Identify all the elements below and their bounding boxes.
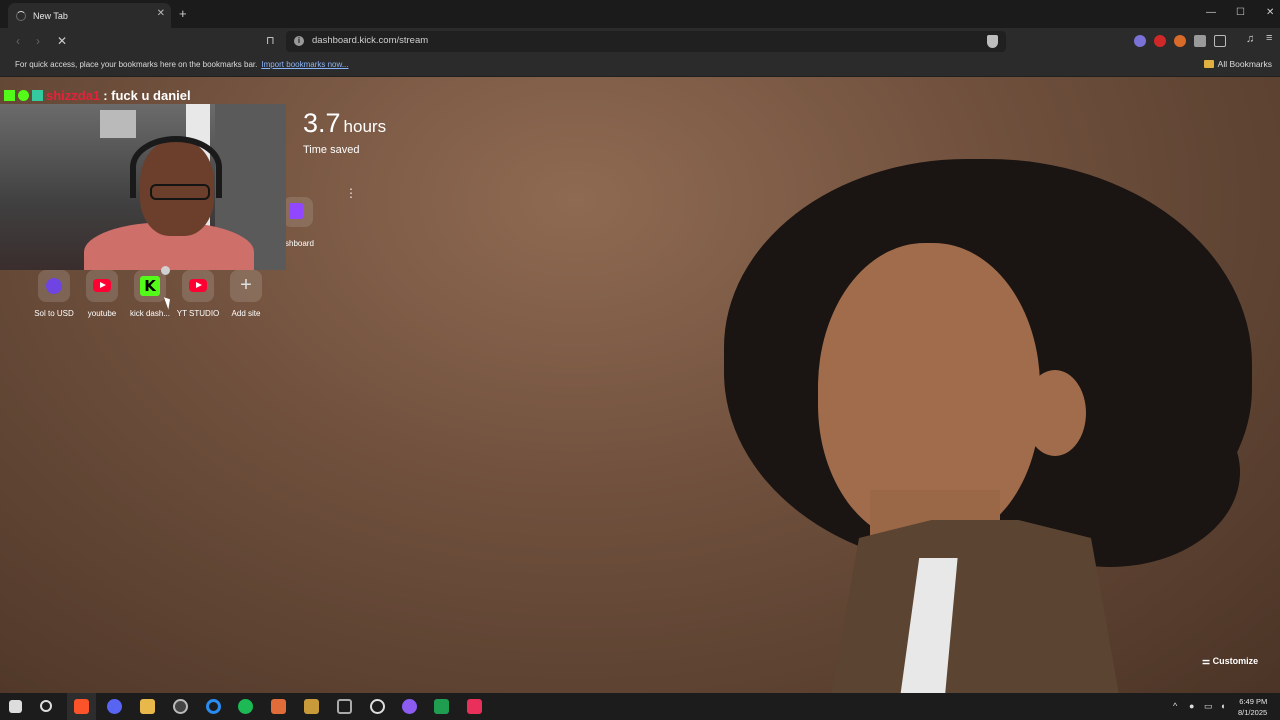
shortcut-youtube[interactable]: youtube	[78, 270, 126, 318]
app-icon[interactable]	[304, 699, 319, 714]
brave-shield-icon[interactable]	[987, 35, 998, 48]
chat-overlay: shizzda1 : fuck u daniel	[4, 88, 191, 103]
file-explorer-icon[interactable]	[140, 699, 155, 714]
folder-icon	[1203, 60, 1214, 68]
extensions-puzzle-icon[interactable]	[1194, 35, 1206, 47]
address-bar[interactable]: i dashboard.kick.com/stream	[286, 31, 1006, 52]
tab-new-tab[interactable]: New Tab ✕	[8, 3, 171, 28]
maximize-icon[interactable]: ☐	[1236, 7, 1245, 18]
brave-icon[interactable]	[74, 699, 89, 714]
import-bookmarks-link[interactable]: Import bookmarks now...	[261, 60, 348, 69]
webcam-picture	[100, 110, 136, 138]
chat-username: shizzda1	[46, 88, 101, 103]
webcam-overlay	[0, 104, 286, 270]
sub-badge-icon	[32, 90, 43, 101]
shortcut-label: Sol to USD	[34, 309, 74, 318]
youtube-icon	[189, 279, 207, 292]
spotify-icon[interactable]	[238, 699, 253, 714]
windows-start-icon[interactable]	[9, 700, 22, 713]
extension-icon[interactable]	[1134, 35, 1146, 47]
shortcut-kick-dashboard[interactable]: K kick dash...	[126, 266, 174, 318]
shortcut-label: shboard	[285, 239, 314, 248]
capcut-icon[interactable]	[206, 699, 221, 714]
shortcut-label: youtube	[87, 309, 117, 318]
edit-badge-icon[interactable]	[161, 266, 170, 275]
more-options-icon[interactable]: ⋮	[345, 186, 357, 200]
sidebar-icon[interactable]	[1214, 35, 1226, 47]
chat-message: : fuck u daniel	[103, 88, 191, 103]
stop-loading-icon[interactable]: ✕	[57, 34, 67, 48]
time-saved-value: 3.7 hours	[303, 108, 387, 138]
plus-icon: +	[240, 274, 252, 296]
bookmarks-bar: For quick access, place your bookmarks h…	[0, 55, 1280, 77]
shortcut-label: Add site	[231, 309, 261, 318]
obs-icon[interactable]	[173, 699, 188, 714]
extension-icon[interactable]	[1154, 35, 1166, 47]
menu-icon[interactable]: ≡	[1266, 32, 1278, 44]
network-icon[interactable]: ▭	[1204, 701, 1213, 712]
screen: New Tab ✕ + — ☐ ✕ ‹ › ✕ ⊓ i dashboard.ki…	[0, 0, 1280, 720]
app-icon[interactable]	[271, 699, 286, 714]
kick-badge-icon	[4, 90, 15, 101]
shortcut-twitch-dashboard[interactable]	[283, 197, 313, 227]
url-text[interactable]: dashboard.kick.com/stream	[312, 35, 428, 46]
close-window-icon[interactable]: ✕	[1266, 7, 1274, 18]
extension-icon[interactable]	[1174, 35, 1186, 47]
kraken-icon	[46, 278, 62, 294]
star-badge-icon	[18, 90, 29, 101]
microphone-icon[interactable]: ●	[1189, 701, 1194, 711]
wallpaper-jacket	[830, 520, 1120, 693]
all-bookmarks-button[interactable]: All Bookmarks	[1203, 59, 1272, 69]
close-tab-icon[interactable]: ✕	[157, 8, 165, 19]
app-icon[interactable]	[402, 699, 417, 714]
tray-overflow-icon[interactable]: ^	[1173, 701, 1177, 711]
webcam-glasses	[150, 184, 210, 200]
media-icon[interactable]: ♫	[1246, 33, 1258, 45]
minimize-icon[interactable]: —	[1206, 7, 1216, 18]
title-bar: New Tab ✕ + — ☐ ✕	[0, 0, 1280, 28]
youtube-icon	[93, 279, 111, 292]
shortcut-label: kick dash...	[129, 309, 170, 318]
time-saved-label: Time saved	[303, 144, 360, 156]
shortcut-yt-studio[interactable]: YT STUDIO	[174, 270, 222, 318]
browser-toolbar: ‹ › ✕ ⊓ i dashboard.kick.com/stream ♫ ≡	[0, 28, 1280, 55]
taskbar: ^ ● ▭ ◖ 6:49 PM 8/1/2025	[0, 693, 1280, 720]
tab-title: New Tab	[33, 10, 68, 21]
new-tab-icon[interactable]: +	[179, 6, 187, 21]
shortcut-sol-to-usd[interactable]: Sol to USD	[30, 270, 78, 318]
site-info-icon[interactable]: i	[294, 36, 304, 46]
discord-icon[interactable]	[107, 699, 122, 714]
forward-icon[interactable]: ›	[36, 34, 40, 48]
customize-button[interactable]: ⚌ Customize	[1202, 656, 1258, 667]
loading-icon	[16, 10, 26, 21]
twitch-icon	[289, 203, 303, 219]
search-icon[interactable]	[40, 700, 52, 712]
clock[interactable]: 6:49 PM 8/1/2025	[1238, 696, 1267, 718]
bookmarks-hint: For quick access, place your bookmarks h…	[15, 60, 349, 69]
shortcut-label: YT STUDIO	[176, 309, 220, 318]
volume-icon[interactable]: ◖	[1220, 701, 1225, 711]
kick-icon: K	[140, 276, 160, 296]
app-icon[interactable]	[337, 699, 352, 714]
sheets-icon[interactable]	[434, 699, 449, 714]
steelseries-icon[interactable]	[370, 699, 385, 714]
shortcut-add-site[interactable]: + Add site	[222, 270, 270, 318]
back-icon[interactable]: ‹	[16, 34, 20, 48]
app-icon[interactable]	[467, 699, 482, 714]
wallpaper-ear	[1024, 370, 1086, 456]
bookmark-icon[interactable]: ⊓	[266, 34, 275, 47]
